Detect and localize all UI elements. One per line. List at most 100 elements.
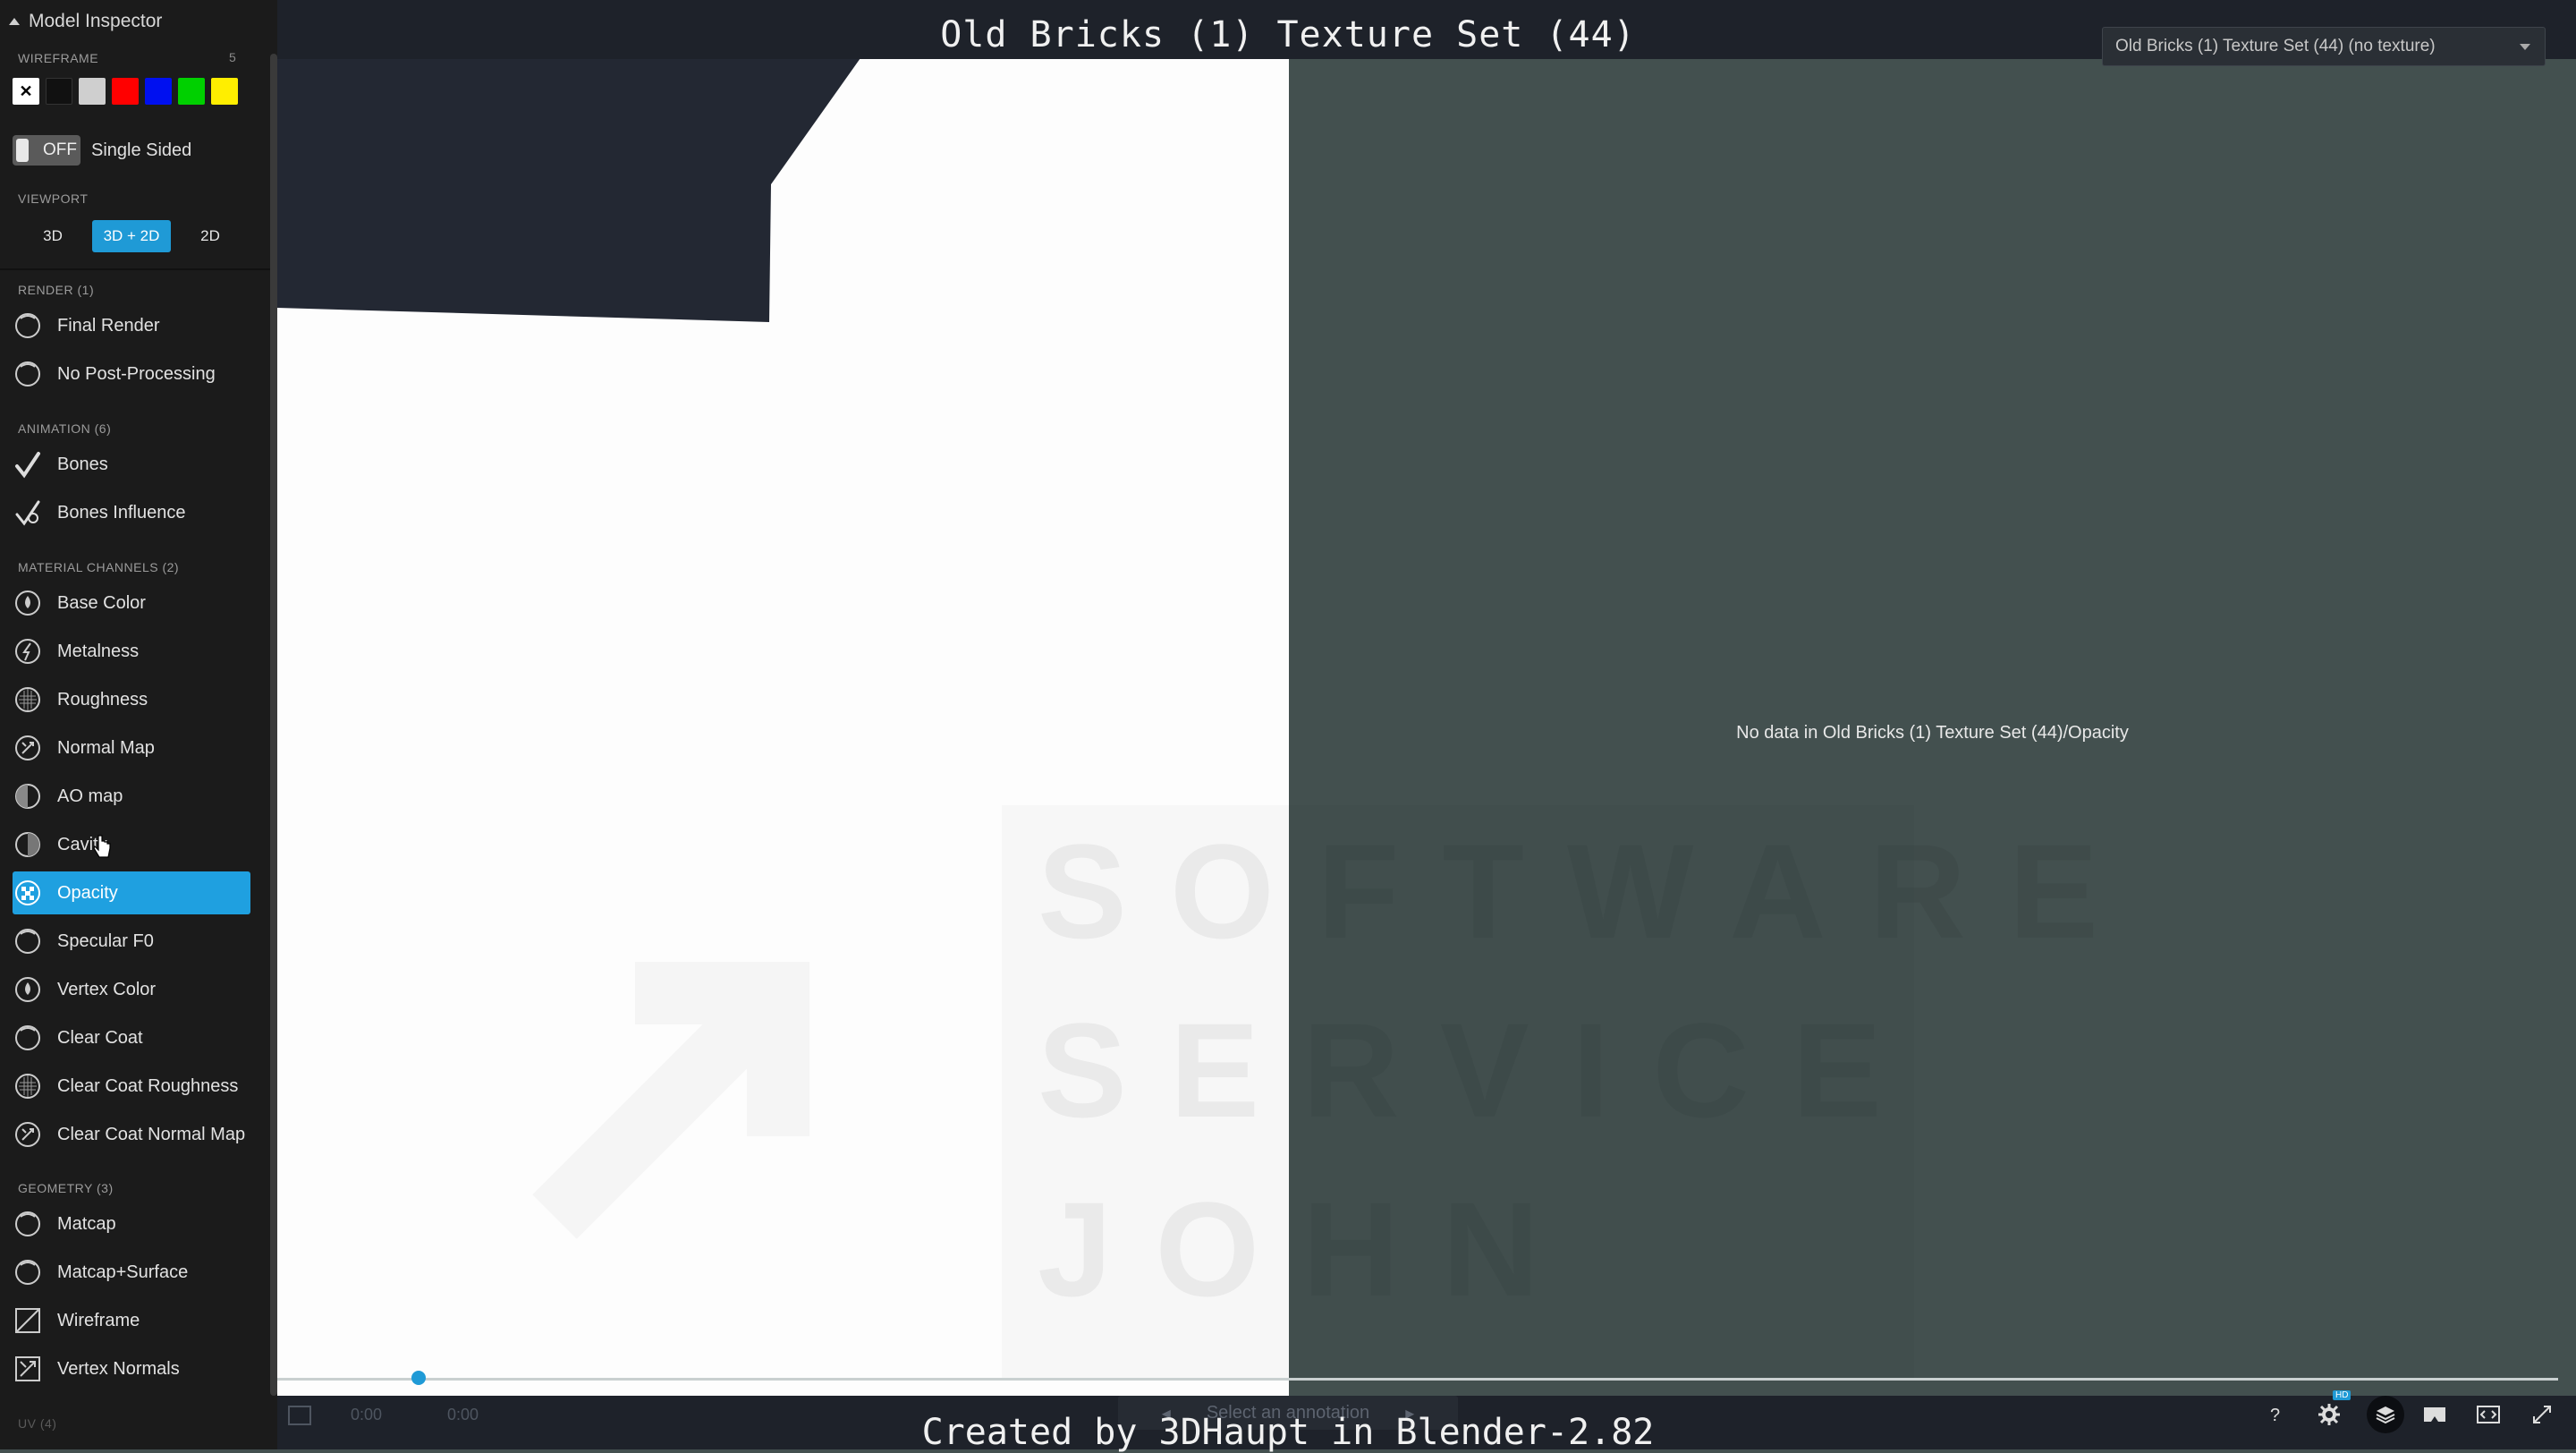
item-label: Bones <box>57 454 108 474</box>
sphere-icon <box>13 1209 43 1239</box>
metal-icon <box>13 636 43 667</box>
channel-clear-coat-normal-map[interactable]: Clear Coat Normal Map <box>13 1113 250 1156</box>
texture-select[interactable]: Old Bricks (1) Texture Set (44) (no text… <box>2102 27 2546 66</box>
swatch-yellow[interactable] <box>211 78 238 105</box>
item-label: Clear Coat Normal Map <box>57 1124 246 1144</box>
geometry-matcap[interactable]: Matcap <box>13 1202 250 1245</box>
channel-base-color[interactable]: Base Color <box>13 582 250 625</box>
rough-icon <box>13 1071 43 1101</box>
single-sided-toggle[interactable]: OFF <box>13 135 80 166</box>
rough-icon <box>13 684 43 715</box>
animation-bones[interactable]: Bones <box>13 443 250 486</box>
texture-select-value: Old Bricks (1) Texture Set (44) (no text… <box>2115 37 2436 55</box>
wireframe-icon <box>13 1305 43 1336</box>
item-label: No Post-Processing <box>57 363 216 384</box>
geometry-matcap-surface[interactable]: Matcap+Surface <box>13 1251 250 1294</box>
item-label: Specular F0 <box>57 930 154 951</box>
swatch-none[interactable]: ✕ <box>13 78 39 105</box>
item-label: AO map <box>57 786 123 806</box>
chevron-down-icon <box>2520 44 2530 50</box>
timeline-marker[interactable] <box>411 1371 426 1385</box>
hd-badge: HD <box>2333 1390 2351 1400</box>
sphere-icon <box>13 1023 43 1053</box>
sphere-icon <box>13 1257 43 1287</box>
mouse-cursor-icon <box>93 835 111 858</box>
channel-opacity[interactable]: Opacity <box>13 871 250 914</box>
geometry-vertex-normals[interactable]: Vertex Normals <box>13 1347 250 1390</box>
channel-cavity[interactable]: Cavity <box>13 823 250 866</box>
swatch-blue[interactable] <box>145 78 172 105</box>
drop-icon <box>13 974 43 1005</box>
swatch-red[interactable] <box>112 78 139 105</box>
layers-icon[interactable] <box>2367 1396 2404 1433</box>
channel-normal-map[interactable]: Normal Map <box>13 726 250 769</box>
settings-icon[interactable] <box>2315 1400 2343 1429</box>
item-label: Matcap <box>57 1213 116 1234</box>
toggle-state-text: OFF <box>43 140 77 159</box>
model-inspector-panel: Model Inspector WIREFRAME 5 ✕ OFF Single… <box>0 0 277 1449</box>
bones-influence-icon <box>13 497 43 528</box>
drop-icon <box>13 588 43 618</box>
render-no-post-processing[interactable]: No Post-Processing <box>13 353 250 395</box>
sphere-icon <box>13 926 43 956</box>
wireframe-color-swatches: ✕ <box>13 78 238 105</box>
channel-ao-map[interactable]: AO map <box>13 775 250 818</box>
toggle-knob <box>16 139 29 162</box>
render-final-render[interactable]: Final Render <box>13 304 250 347</box>
swatch-black[interactable] <box>46 78 72 105</box>
no-data-message: No data in Old Bricks (1) Texture Set (4… <box>1736 723 2129 743</box>
item-label: Base Color <box>57 592 146 613</box>
watermark-line-3: JOHN <box>1038 1174 1582 1324</box>
viewport-2d-button[interactable]: 2D <box>177 220 243 252</box>
material-channels-section-label: MATERIAL CHANNELS (2) <box>18 560 180 574</box>
geometry-wireframe[interactable]: Wireframe <box>13 1299 250 1342</box>
channel-clear-coat-roughness[interactable]: Clear Coat Roughness <box>13 1065 250 1108</box>
vr-icon[interactable] <box>2420 1400 2449 1429</box>
item-label: Final Render <box>57 315 160 336</box>
swatch-green[interactable] <box>178 78 205 105</box>
item-label: Vertex Color <box>57 979 157 999</box>
render-section-label: RENDER (1) <box>18 283 95 297</box>
item-label: Wireframe <box>57 1310 140 1330</box>
item-label: Opacity <box>57 882 118 903</box>
embed-icon[interactable] <box>2474 1400 2503 1429</box>
vertex-normals-icon <box>13 1354 43 1384</box>
cavity-icon <box>13 829 43 860</box>
checker-icon <box>13 878 43 908</box>
animation-bones-influence[interactable]: Bones Influence <box>13 491 250 534</box>
item-label: Metalness <box>57 641 140 661</box>
channel-vertex-color[interactable]: Vertex Color <box>13 968 250 1011</box>
geometry-section-label: GEOMETRY (3) <box>18 1181 114 1195</box>
swatch-grey[interactable] <box>79 78 106 105</box>
channel-roughness[interactable]: Roughness <box>13 678 250 721</box>
item-label: Normal Map <box>57 737 155 758</box>
item-label: Roughness <box>57 689 148 710</box>
item-label: Clear Coat <box>57 1027 143 1048</box>
ao-icon <box>13 781 43 811</box>
channel-metalness[interactable]: Metalness <box>13 630 250 673</box>
viewport-3d-2d-button[interactable]: 3D + 2D <box>92 220 171 252</box>
svg-text:?: ? <box>2270 1406 2280 1424</box>
sphere-icon <box>13 359 43 389</box>
single-sided-row: OFF Single Sided <box>13 135 191 166</box>
watermark-line-2: SERVICE <box>1038 995 1925 1145</box>
bones-icon <box>13 449 43 480</box>
sidebar-scrollbar[interactable] <box>270 54 277 1396</box>
fullscreen-icon[interactable] <box>2528 1400 2556 1429</box>
item-label: Vertex Normals <box>57 1358 180 1379</box>
timeline-track[interactable] <box>277 1378 2558 1381</box>
single-sided-label: Single Sided <box>91 140 192 160</box>
item-label: Bones Influence <box>57 502 186 523</box>
channel-clear-coat[interactable]: Clear Coat <box>13 1016 250 1059</box>
animation-section-label: ANIMATION (6) <box>18 421 112 436</box>
item-label: Matcap+Surface <box>57 1262 189 1282</box>
sphere-icon <box>13 310 43 341</box>
watermark-arrow-icon <box>501 895 877 1270</box>
divider <box>0 268 270 270</box>
viewport-3d-button[interactable]: 3D <box>20 220 86 252</box>
credit-caption: Created by 3DHaupt in Blender-2.82 <box>921 1412 1655 1453</box>
help-icon[interactable]: ? <box>2261 1400 2290 1429</box>
item-label: Clear Coat Roughness <box>57 1075 239 1096</box>
channel-specular-f0[interactable]: Specular F0 <box>13 920 250 963</box>
normal-icon <box>13 1119 43 1150</box>
